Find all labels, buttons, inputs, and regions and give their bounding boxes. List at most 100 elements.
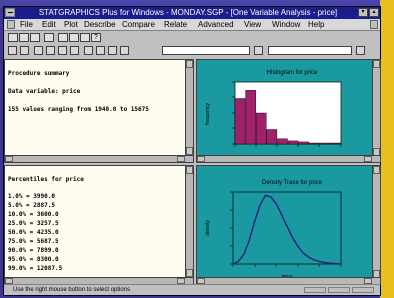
summary-variable: Data variable: price	[8, 88, 81, 95]
app-window: STATGRAPHICS Plus for Windows - MONDAY.S…	[3, 6, 381, 296]
copy-icon[interactable]	[58, 33, 68, 42]
menu-relate[interactable]: Relate	[164, 19, 187, 30]
main-toolbar: ?	[4, 31, 380, 44]
menu-compare[interactable]: Compare	[122, 19, 155, 30]
histogram-ylabel: frequency	[205, 103, 211, 125]
analysis-tool-icon[interactable]	[34, 46, 43, 55]
toolbar-field-button[interactable]	[254, 46, 263, 55]
maximize-button[interactable]: ▴	[369, 8, 379, 17]
histogram-bar	[266, 129, 278, 145]
scroll-right-arrow[interactable]	[364, 156, 372, 162]
menu-edit[interactable]: Edit	[42, 19, 56, 30]
histogram-bar	[256, 112, 267, 145]
status-segment	[352, 287, 374, 293]
histogram-bar	[245, 90, 256, 145]
percentiles-hscrollbar[interactable]	[5, 277, 193, 284]
histogram-title: Histogram for price	[267, 70, 318, 76]
percentile-row: 50.0% = 4235.0	[8, 229, 59, 236]
analysis-tool-icon[interactable]	[120, 46, 129, 55]
status-segment	[328, 287, 350, 293]
scroll-down-arrow[interactable]	[186, 269, 193, 277]
histogram-bar	[234, 98, 246, 145]
percentile-row: 1.0% = 3990.0	[8, 193, 55, 200]
menu-describe[interactable]: Describe	[84, 19, 116, 30]
analysis-tool-icon[interactable]	[96, 46, 105, 55]
percentiles-heading: Percentiles for price	[8, 176, 84, 183]
status-segment	[304, 287, 326, 293]
histogram-pane[interactable]: Histogram for price frequency price	[196, 59, 381, 163]
analysis-tool-icon[interactable]	[20, 46, 29, 55]
toolbar-text-field-2[interactable]	[268, 46, 352, 55]
percentiles-vscrollbar[interactable]	[185, 166, 193, 284]
open-file-icon[interactable]	[19, 33, 29, 42]
percentile-row: 99.0% = 12087.5	[8, 265, 63, 272]
percentile-row: 25.0% = 3257.5	[8, 220, 59, 227]
menu-bar: File Edit Plot Describe Compare Relate A…	[4, 19, 380, 31]
print-icon[interactable]	[44, 33, 54, 42]
percentile-row: 10.0% = 3600.0	[8, 211, 59, 218]
percentile-row: 5.0% = 2887.5	[8, 202, 55, 209]
save-file-icon[interactable]	[30, 33, 40, 42]
menu-plot[interactable]: Plot	[64, 19, 78, 30]
histogram-bar	[319, 142, 331, 145]
density-plot-area	[232, 191, 342, 265]
analysis-tool-icon[interactable]	[46, 46, 55, 55]
scroll-up-arrow[interactable]	[186, 60, 193, 68]
analysis-tool-icon[interactable]	[84, 46, 93, 55]
window-title: STATGRAPHICS Plus for Windows - MONDAY.S…	[38, 8, 338, 17]
density-pane[interactable]: Density Trace for price density price	[196, 165, 381, 285]
scroll-left-arrow[interactable]	[5, 156, 13, 162]
density-hscrollbar[interactable]	[197, 277, 380, 284]
scroll-up-arrow[interactable]	[186, 166, 193, 174]
density-ylabel: density	[205, 220, 211, 236]
analysis-tool-icon[interactable]	[70, 46, 79, 55]
histogram-bar	[298, 141, 309, 145]
system-menu-icon[interactable]	[5, 8, 15, 17]
histogram-bar	[277, 138, 288, 145]
density-vscrollbar[interactable]	[372, 166, 380, 278]
density-title: Density Trace for price	[262, 180, 323, 186]
analysis-tool-icon[interactable]	[108, 46, 117, 55]
menu-file[interactable]: File	[20, 19, 33, 30]
percentile-row: 75.0% = 5687.5	[8, 238, 59, 245]
analysis-tool-icon[interactable]	[8, 46, 17, 55]
histogram-hscrollbar[interactable]	[197, 155, 380, 162]
summary-pane[interactable]: Procedure summary Data variable: price 1…	[4, 59, 194, 163]
toolbar-field-button-2[interactable]	[356, 46, 365, 55]
density-chart: Density Trace for price density price	[205, 180, 342, 280]
restore-doc-icon[interactable]	[370, 20, 378, 29]
histogram-bar	[330, 142, 341, 145]
menu-window[interactable]: Window	[272, 19, 300, 30]
paste-icon[interactable]	[69, 33, 79, 42]
toolbar-text-field[interactable]	[162, 46, 250, 55]
summary-values: 155 values ranging from 1940.0 to 15675	[8, 106, 149, 113]
menu-help[interactable]: Help	[308, 19, 324, 30]
scroll-up-arrow[interactable]	[373, 166, 380, 174]
title-bar[interactable]: STATGRAPHICS Plus for Windows - MONDAY.S…	[4, 7, 380, 19]
percentiles-pane[interactable]: Percentiles for price 1.0% = 3990.0 5.0%…	[4, 165, 194, 285]
scroll-left-arrow[interactable]	[197, 156, 205, 162]
scroll-right-arrow[interactable]	[177, 156, 185, 162]
summary-hscrollbar[interactable]	[5, 155, 193, 162]
histogram-vscrollbar[interactable]	[372, 60, 380, 156]
table-icon[interactable]	[80, 33, 90, 42]
desktop-edge	[380, 0, 394, 298]
analysis-tool-icon[interactable]	[58, 46, 67, 55]
help-icon[interactable]: ?	[91, 33, 101, 42]
percentile-row: 90.0% = 7899.0	[8, 247, 59, 254]
histogram-bar	[308, 142, 320, 145]
scroll-up-arrow[interactable]	[373, 60, 380, 68]
summary-heading: Procedure summary	[8, 70, 70, 77]
scroll-down-arrow[interactable]	[186, 147, 193, 155]
summary-vscrollbar[interactable]	[185, 60, 193, 162]
menu-advanced[interactable]: Advanced	[198, 19, 234, 30]
new-file-icon[interactable]	[8, 33, 18, 42]
status-text: Use the right mouse button to select opt…	[13, 287, 131, 293]
menu-view[interactable]: View	[244, 19, 261, 30]
analysis-toolbar	[4, 45, 380, 57]
document-menu-icon[interactable]	[7, 20, 15, 29]
status-bar: Use the right mouse button to select opt…	[4, 284, 380, 295]
histogram-bar	[287, 140, 299, 145]
minimize-button[interactable]: ▾	[358, 8, 368, 17]
histogram-chart: Histogram for price frequency price	[205, 70, 342, 160]
